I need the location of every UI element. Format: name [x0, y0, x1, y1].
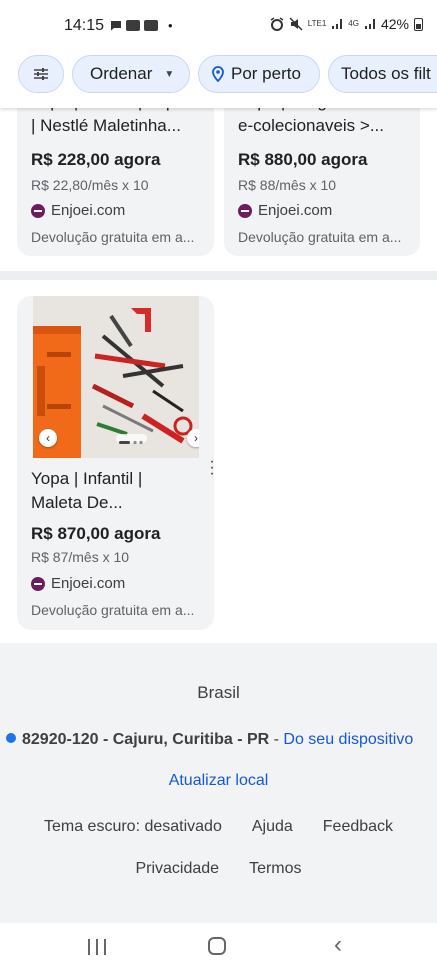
product-price: R$ 228,00 agora [31, 150, 161, 169]
tune-icon [34, 68, 48, 80]
seller-name: Enjoei.com [258, 202, 333, 219]
sort-label: Ordenar [90, 64, 153, 83]
carousel-dots-icon [119, 440, 143, 445]
more-notifications-icon: • [168, 18, 173, 33]
privacy-link[interactable]: Privacidade [135, 860, 219, 878]
carousel-indicator [116, 434, 147, 445]
filter-chip-bar: Ordenar ▼ Por perto Todos os filt [0, 42, 437, 108]
product-title-line: Maleta De... [31, 493, 123, 512]
product-seller: Enjoei.com [238, 202, 332, 219]
all-filters-label: Todos os filt [341, 64, 431, 83]
product-title-line: e-colecionaveis >... [238, 116, 384, 135]
system-nav-bar: ‹ [0, 923, 437, 972]
footer-links: Tema escuro: desativado Ajuda Feedback [0, 818, 437, 836]
location-separator: - [269, 731, 284, 748]
volte-indicator: LTE1 [307, 19, 327, 28]
product-seller: Enjoei.com [31, 575, 125, 592]
terms-link[interactable]: Termos [249, 860, 301, 878]
back-button[interactable]: ‹ [334, 931, 342, 959]
help-link[interactable]: Ajuda [252, 818, 293, 836]
product-title-line: Yopa | Infantil | [31, 469, 143, 488]
location-address: 82920-120 - Cajuru, Curitiba - PR [22, 731, 270, 748]
network-type: 4G [348, 19, 359, 28]
signal-icon [364, 19, 375, 29]
product-card[interactable]: Yopa | antiguidades e-colecionaveis >...… [224, 90, 420, 256]
location-dot-icon [6, 733, 16, 743]
seller-name: Enjoei.com [51, 202, 126, 219]
seller-name: Enjoei.com [51, 575, 126, 592]
page-footer: Brasil 82920-120 - Cajuru, Curitiba - PR… [0, 643, 437, 923]
battery-percent: 42% [380, 16, 409, 32]
more-options-icon[interactable]: · · · [209, 454, 215, 482]
country-label: Brasil [197, 683, 240, 702]
update-location-link[interactable]: Atualizar local [0, 772, 437, 790]
product-image[interactable]: ‹ › [33, 296, 199, 458]
product-card[interactable]: ‹ › Yopa | Infantil | Maleta De... R$ 87… [17, 296, 214, 630]
message-icon [111, 21, 121, 31]
product-returns: Devolução gratuita em a... [31, 602, 195, 618]
signal-icon [332, 19, 343, 29]
carousel-prev-button[interactable]: ‹ [39, 429, 57, 447]
product-price: R$ 870,00 agora [31, 524, 161, 543]
product-returns: Devolução gratuita em a... [31, 229, 195, 245]
product-installment: R$ 87/mês x 10 [31, 549, 130, 565]
notification-app-icon [144, 20, 158, 31]
notification-icons: • [110, 18, 173, 33]
location-source-link[interactable]: Do seu dispositivo [283, 731, 413, 748]
system-icons: LTE1 4G 42% [270, 16, 423, 32]
dark-theme-toggle[interactable]: Tema escuro: desativado [44, 818, 222, 836]
product-card[interactable]: Yopa | Infantil | Yopa | Nestlé Maletinh… [17, 90, 214, 256]
mute-icon [289, 17, 303, 31]
sort-dropdown[interactable]: Ordenar ▼ [72, 55, 190, 93]
product-returns: Devolução gratuita em a... [238, 229, 402, 245]
enjoei-logo-icon [238, 203, 252, 218]
footer-links: Privacidade Termos [0, 860, 437, 878]
location-pin-icon [212, 66, 224, 82]
recent-apps-button[interactable] [88, 939, 106, 955]
alarm-icon [270, 17, 284, 31]
product-seller: Enjoei.com [31, 202, 125, 219]
caret-down-icon: ▼ [164, 68, 175, 80]
product-installment: R$ 88/mês x 10 [238, 177, 337, 193]
feedback-link[interactable]: Feedback [323, 818, 393, 836]
all-filters-chip[interactable]: Todos os filt [328, 55, 437, 93]
product-price: R$ 880,00 agora [238, 150, 368, 169]
status-time: 14:15 [64, 17, 105, 34]
home-button[interactable] [208, 937, 226, 955]
filter-button[interactable] [18, 55, 64, 93]
battery-icon [414, 17, 423, 31]
product-installment: R$ 22,80/mês x 10 [31, 177, 149, 193]
status-bar: 14:15 • LTE1 4G 42% [0, 0, 437, 42]
product-title-line: | Nestlé Maletinha... [31, 116, 181, 135]
enjoei-logo-icon [31, 203, 45, 218]
location-line: 82920-120 - Cajuru, Curitiba - PR - Do s… [6, 731, 413, 749]
nearby-filter-chip[interactable]: Por perto [198, 55, 320, 93]
nearby-label: Por perto [231, 64, 301, 83]
section-divider [0, 271, 437, 280]
notification-app-icon [126, 20, 140, 31]
carousel-next-button[interactable]: › [187, 429, 199, 447]
enjoei-logo-icon [31, 576, 45, 591]
product-photo-tools [33, 296, 199, 458]
